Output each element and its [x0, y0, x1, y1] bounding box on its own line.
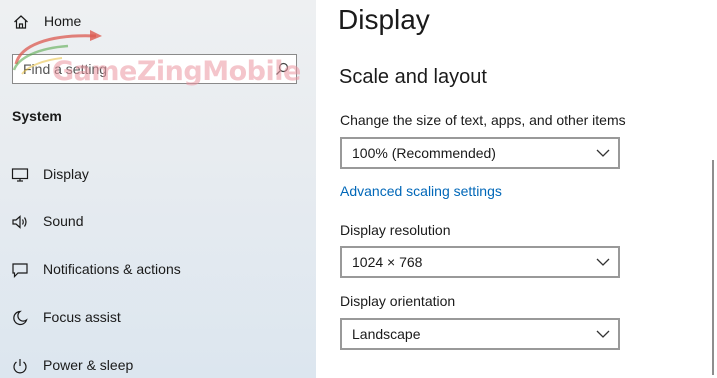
section-title: System: [12, 108, 62, 124]
monitor-icon: [11, 168, 29, 182]
search-box[interactable]: [12, 54, 297, 84]
resolution-dropdown-value: 1024 × 768: [352, 254, 423, 270]
orientation-label: Display orientation: [340, 293, 456, 309]
home-icon: [14, 15, 28, 29]
sidebar-item-label: Display: [43, 166, 89, 182]
sidebar-item-label: Power & sleep: [43, 357, 134, 373]
scrollbar[interactable]: [712, 160, 714, 375]
resolution-dropdown[interactable]: 1024 × 768: [340, 246, 620, 278]
home-label: Home: [44, 13, 82, 29]
sidebar-item-label: Notifications & actions: [43, 261, 181, 277]
main-pane: Display Scale and layout Change the size…: [316, 0, 717, 378]
home-nav-item[interactable]: Home: [0, 0, 316, 44]
resolution-label: Display resolution: [340, 222, 451, 238]
notification-icon: [12, 263, 28, 278]
page-title: Display: [338, 4, 430, 35]
scale-label: Change the size of text, apps, and other…: [340, 112, 626, 128]
chevron-down-icon: [596, 330, 610, 338]
orientation-dropdown-value: Landscape: [352, 326, 421, 342]
settings-window: Home GameZingMobile System: [0, 0, 717, 378]
search-icon[interactable]: [275, 62, 289, 76]
sidebar-item-label: Focus assist: [43, 309, 121, 325]
sidebar-item-display[interactable]: Display: [0, 155, 316, 195]
sidebar-item-label: Sound: [43, 213, 84, 229]
chevron-down-icon: [596, 258, 610, 266]
scale-layout-heading: Scale and layout: [339, 66, 487, 88]
chevron-down-icon: [596, 149, 610, 157]
sidebar-item-power-sleep[interactable]: Power & sleep: [0, 346, 316, 378]
orientation-dropdown[interactable]: Landscape: [340, 318, 620, 350]
search-input[interactable]: [13, 55, 273, 83]
scale-dropdown[interactable]: 100% (Recommended): [340, 137, 620, 169]
moon-icon: [13, 310, 28, 326]
power-icon: [13, 359, 27, 374]
scale-dropdown-value: 100% (Recommended): [352, 145, 496, 161]
sidebar-item-focus-assist[interactable]: Focus assist: [0, 298, 316, 338]
sidebar-item-sound[interactable]: Sound: [0, 202, 316, 242]
advanced-scaling-link[interactable]: Advanced scaling settings: [340, 183, 502, 199]
speaker-icon: [12, 215, 27, 229]
sidebar: Home GameZingMobile System: [0, 0, 316, 378]
sidebar-item-notifications[interactable]: Notifications & actions: [0, 250, 316, 290]
